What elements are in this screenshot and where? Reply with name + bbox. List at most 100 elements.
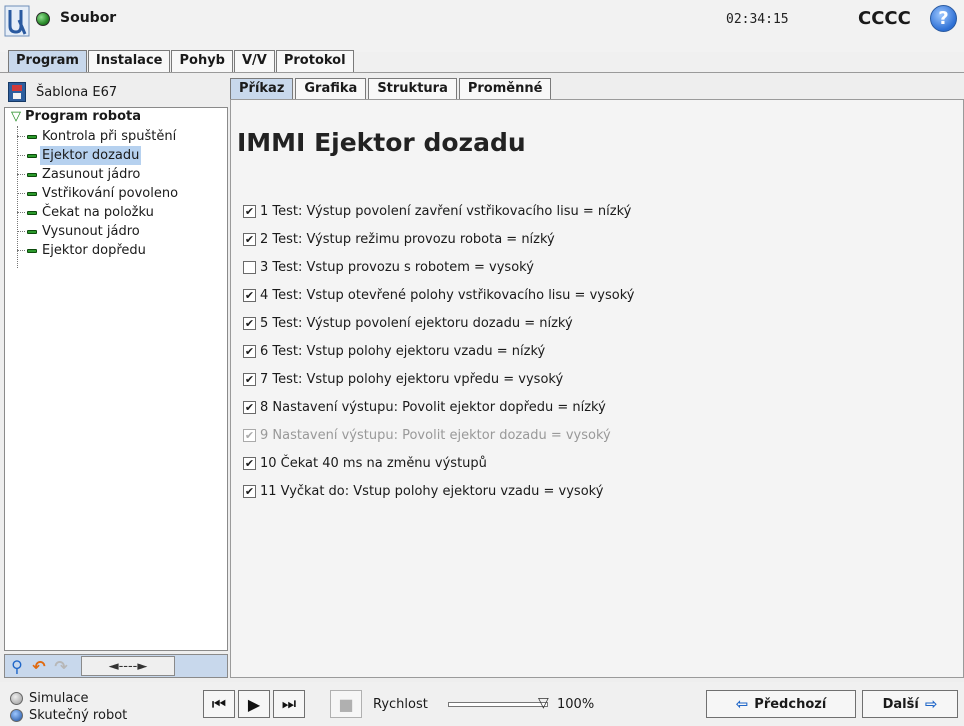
command-row-label: 8 Nastavení výstupu: Povolit ejektor dop… xyxy=(260,399,606,415)
command-row[interactable]: ✔ 2 Test: Výstup režimu provozu robota = … xyxy=(243,229,555,249)
checkbox[interactable]: ✔ xyxy=(243,204,256,218)
template-label: Šablona E67 xyxy=(36,84,118,100)
command-row[interactable]: ✔ 8 Nastavení výstupu: Povolit ejektor do… xyxy=(243,397,606,417)
previous-button[interactable]: ⇦ Předchozí xyxy=(706,690,856,718)
tree-item-label: Čekat na položku xyxy=(42,205,154,220)
command-row-label: 1 Test: Výstup povolení zavření vstřikov… xyxy=(260,203,632,219)
clock: 02:34:15 xyxy=(726,12,789,27)
undo-icon[interactable]: ↶ xyxy=(29,656,49,676)
tree-item[interactable]: Zasunout jádro xyxy=(17,165,142,184)
tree-item[interactable]: Vysunout jádro xyxy=(17,222,142,241)
skip-back-icon: ⏮ xyxy=(211,694,227,713)
top-bar: Soubor 02:34:15 CCCC ? xyxy=(0,0,964,52)
tree-item-label: Ejektor dopředu xyxy=(42,243,146,258)
tree-item[interactable]: Vstřikování povoleno xyxy=(17,184,180,203)
checkbox[interactable] xyxy=(243,260,256,274)
tab-structure[interactable]: Struktura xyxy=(368,78,457,99)
play-icon: ▶ xyxy=(247,694,261,714)
speed-slider-track[interactable] xyxy=(448,702,548,707)
tree-root-label: Program robota xyxy=(25,109,141,124)
tab-program[interactable]: Program xyxy=(8,50,87,72)
main-tabs: Program Instalace Pohyb V/V Protokol xyxy=(8,50,355,72)
tab-variables[interactable]: Proměnné xyxy=(458,78,552,99)
arrow-left-icon: ⇦ xyxy=(735,695,749,713)
command-row[interactable]: ✔ 5 Test: Výstup povolení ejektoru dozadu… xyxy=(243,313,573,333)
tree-item-label: Vstřikování povoleno xyxy=(42,186,179,201)
node-icon xyxy=(27,172,37,177)
step-button[interactable]: ⏭ xyxy=(273,690,305,718)
arrow-right-icon: ⇨ xyxy=(924,695,938,713)
command-content: IMMI Ejektor dozadu ✔ 1 Test: Výstup povo… xyxy=(230,99,964,678)
command-row[interactable]: ✔ 11 Vyčkat do: Vstup polohy ejektoru vza… xyxy=(243,481,603,501)
node-icon xyxy=(27,229,37,234)
play-button[interactable]: ▶ xyxy=(238,690,270,718)
program-sidebar: Šablona E67 ▽ Program robota Kontrola při… xyxy=(4,76,228,678)
next-label: Další xyxy=(882,696,919,712)
template-header[interactable]: Šablona E67 xyxy=(8,80,117,104)
step-icon: ⏭ xyxy=(281,694,297,713)
radio-real-robot[interactable]: Skutečný robot xyxy=(10,707,127,724)
stop-button[interactable]: ■ xyxy=(330,690,362,718)
command-row-label: 2 Test: Výstup režimu provozu robota = n… xyxy=(260,231,555,247)
command-row[interactable]: 3 Test: Vstup provozu s robotem = vysoký xyxy=(243,257,534,277)
command-row-label: 6 Test: Vstup polohy ejektoru vzadu = ní… xyxy=(260,343,546,359)
help-icon[interactable]: ? xyxy=(930,5,957,32)
speed-value: 100% xyxy=(557,697,595,712)
tree-root[interactable]: ▽ Program robota xyxy=(11,109,141,124)
command-row-label: 5 Test: Výstup povolení ejektoru dozadu … xyxy=(260,315,573,331)
tree-item[interactable]: Kontrola při spuštění xyxy=(17,127,178,146)
tree-item-label: Kontrola při spuštění xyxy=(42,129,177,144)
checkbox[interactable]: ✔ xyxy=(243,316,256,330)
command-row-label: 7 Test: Vstup polohy ejektoru vpředu = v… xyxy=(260,371,564,387)
search-icon[interactable]: ⚲ xyxy=(7,656,27,676)
checkbox[interactable]: ✔ xyxy=(243,372,256,386)
command-row[interactable]: ✔ 1 Test: Výstup povolení zavření vstřiko… xyxy=(243,201,631,221)
page-title: IMMI Ejektor dozadu xyxy=(237,128,526,157)
node-icon xyxy=(27,153,37,158)
command-row[interactable]: ✔ 4 Test: Vstup otevřené polohy vstřikova… xyxy=(243,285,634,305)
tab-move[interactable]: Pohyb xyxy=(171,50,233,72)
checkbox[interactable]: ✔ xyxy=(243,344,256,358)
tab-command[interactable]: Příkaz xyxy=(230,78,294,99)
tree-item-label: Vysunout jádro xyxy=(42,224,140,239)
expand-triangle-icon[interactable]: ▽ xyxy=(11,109,21,124)
previous-label: Předchozí xyxy=(754,696,827,712)
next-button[interactable]: Další ⇨ xyxy=(862,690,958,718)
tab-io[interactable]: V/V xyxy=(233,50,275,72)
command-row[interactable]: ✔ 10 Čekat 40 ms na změnu výstupů xyxy=(243,453,487,473)
radio-simulation[interactable]: Simulace xyxy=(10,690,127,707)
command-row-label: 9 Nastavení výstupu: Povolit ejektor doz… xyxy=(260,427,611,443)
tree-item[interactable]: Čekat na položku xyxy=(17,203,156,222)
file-menu[interactable]: Soubor xyxy=(60,10,116,26)
command-row[interactable]: ✔ 9 Nastavení výstupu: Povolit ejektor do… xyxy=(243,425,611,445)
node-icon xyxy=(27,210,37,215)
tree-item[interactable]: Ejektor dopředu xyxy=(17,241,148,260)
tab-log[interactable]: Protokol xyxy=(275,50,354,72)
command-row-label: 3 Test: Vstup provozu s robotem = vysoký xyxy=(260,259,534,275)
checkbox[interactable]: ✔ xyxy=(243,288,256,302)
tree-item[interactable]: Ejektor dozadu xyxy=(17,146,142,165)
radio-label: Skutečný robot xyxy=(29,708,128,723)
checkbox[interactable]: ✔ xyxy=(243,456,256,470)
command-row-label: 11 Vyčkat do: Vstup polohy ejektoru vzad… xyxy=(260,483,604,499)
checkbox[interactable]: ✔ xyxy=(243,400,256,414)
radio-label: Simulace xyxy=(29,691,89,706)
ur-logo-icon xyxy=(4,5,30,37)
radio-circle-icon xyxy=(10,692,23,705)
move-node-button[interactable]: ◄----► xyxy=(81,656,175,676)
skip-back-button[interactable]: ⏮ xyxy=(203,690,235,718)
tab-graphics[interactable]: Grafika xyxy=(295,78,367,99)
checkbox[interactable]: ✔ xyxy=(243,232,256,246)
speed-label: Rychlost xyxy=(373,697,428,712)
checkbox[interactable]: ✔ xyxy=(243,428,256,442)
checkbox[interactable]: ✔ xyxy=(243,484,256,498)
speed-slider-thumb[interactable]: ▽ xyxy=(538,695,556,713)
robot-name: CCCC xyxy=(858,8,911,29)
command-row[interactable]: ✔ 6 Test: Vstup polohy ejektoru vzadu = n… xyxy=(243,341,545,361)
command-row[interactable]: ✔ 7 Test: Vstup polohy ejektoru vpředu = … xyxy=(243,369,563,389)
node-icon xyxy=(27,248,37,253)
tab-installation[interactable]: Instalace xyxy=(87,50,171,72)
redo-icon[interactable]: ↷ xyxy=(51,656,71,676)
tree-item-label: Zasunout jádro xyxy=(42,167,141,182)
radio-circle-icon xyxy=(10,709,23,722)
